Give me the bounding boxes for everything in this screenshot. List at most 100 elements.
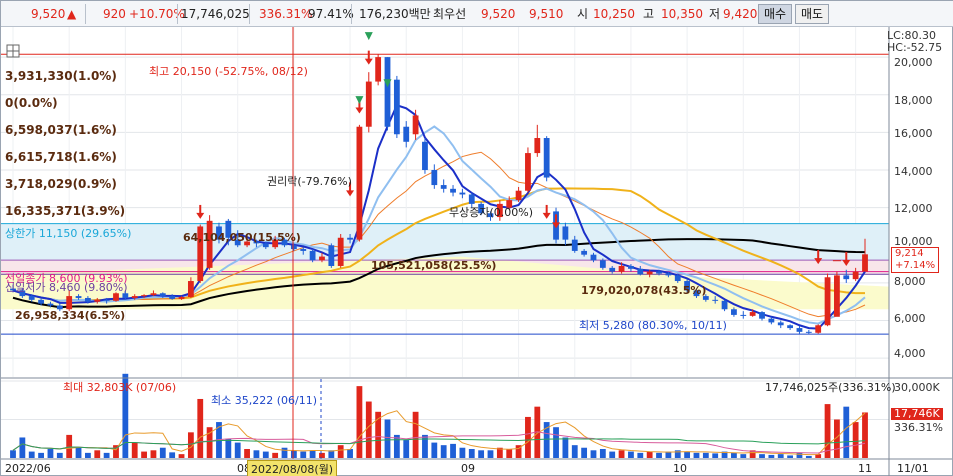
volume-bar — [356, 386, 363, 458]
volume-bar — [609, 451, 616, 458]
volume-bar — [94, 450, 101, 458]
candle-body — [656, 271, 662, 274]
price-chart[interactable] — [1, 27, 952, 476]
volume-bar — [553, 427, 559, 458]
volume-bar — [10, 450, 16, 458]
candle-body — [365, 81, 372, 127]
volume-bar — [159, 447, 166, 458]
volume-bar — [459, 447, 466, 458]
trade-amount: 176,230백만 — [359, 7, 431, 21]
price-tick-4000: 4,000 — [894, 347, 926, 360]
candle-body — [749, 312, 756, 316]
volume-bar — [197, 398, 204, 458]
volume-bar — [431, 442, 438, 458]
volume-bar — [47, 449, 54, 458]
volume-bar — [253, 450, 260, 458]
candle-body — [618, 265, 625, 272]
volume-bar — [141, 451, 147, 458]
volume-bar — [347, 449, 353, 458]
up-arrow-icon: ▲ — [67, 7, 77, 21]
candle-body — [94, 299, 101, 302]
volume-ratio: 336.31% — [259, 7, 313, 21]
candle-body — [206, 220, 213, 268]
min-volume-annotation: 최소 35,222 (06/11) — [211, 394, 318, 407]
sell-button[interactable]: 매도 — [795, 4, 829, 24]
volume-value: 17,746,025 — [181, 7, 250, 21]
candle-body — [459, 192, 466, 195]
candle-body — [843, 275, 850, 280]
candle-body — [178, 297, 185, 299]
open-price: 10,250 — [593, 7, 635, 21]
date-tick-jun: 2022/06 — [5, 462, 51, 475]
candle-body — [309, 250, 316, 261]
candle-body — [731, 309, 737, 315]
volume-bar — [272, 452, 279, 458]
vp-label-4: 6,615,718(1.6%) — [5, 150, 117, 164]
vp-label-1: 3,931,330(1.0%) — [5, 69, 117, 83]
volume-bar — [852, 422, 859, 458]
candle-body — [384, 57, 391, 127]
volume-bar — [768, 454, 775, 458]
buy-button[interactable]: 매수 — [758, 4, 792, 24]
date-tick-axis-end: 11/01 — [897, 462, 929, 475]
volume-bar — [702, 452, 709, 458]
vp-label-5: 3,718,029(0.9%) — [5, 177, 117, 191]
rights-annotation: 권리락(-79.76%) — [267, 175, 352, 188]
volume-bar — [281, 447, 288, 458]
volume-bar — [150, 450, 157, 458]
volume-bar — [759, 454, 765, 458]
candle-body — [777, 322, 784, 326]
volume-bar — [300, 451, 307, 458]
volume-bar — [581, 447, 588, 458]
candle-body — [646, 271, 653, 275]
volume-bar — [646, 451, 653, 458]
volume-bar — [412, 411, 419, 458]
candle-body — [759, 312, 765, 319]
volume-bar — [103, 452, 110, 458]
volume-bar — [562, 437, 569, 458]
candle-body — [609, 267, 616, 272]
volume-bar — [337, 445, 344, 458]
current-price-tag-pct: +7.14% — [895, 260, 936, 271]
volume-bar — [805, 455, 812, 458]
candle-body — [805, 331, 812, 333]
price-tick-20000: 20,000 — [894, 56, 933, 69]
volume-bar — [571, 445, 578, 458]
bonus-issue-annotation: 무상증자(0.00%) — [449, 206, 534, 219]
candle-body — [47, 303, 54, 306]
candle-body — [674, 275, 681, 282]
hc-label: HC:-52.75 — [887, 41, 943, 54]
date-tick-nov: 11 — [858, 462, 872, 475]
volume-bar — [234, 442, 241, 458]
candle-body — [515, 190, 522, 201]
candle-body — [665, 273, 672, 276]
current-volume-tag: 17,746K — [891, 408, 943, 420]
new-low-annotation: 신일저가 8,460 (9.80%) — [5, 281, 128, 294]
volume-bar — [628, 451, 634, 458]
candle-body — [38, 299, 44, 304]
candle-body — [431, 170, 438, 186]
date-cursor-label: 2022/08/08(월) — [247, 460, 338, 476]
vp-annotation-2: 105,521,058(25.5%) — [371, 259, 497, 272]
price-tick-14000: 14,000 — [894, 165, 933, 178]
candle-body — [356, 126, 363, 240]
volume-bar — [75, 447, 82, 458]
volume-bar — [450, 443, 456, 458]
volume-bar — [843, 406, 850, 458]
volume-bar — [225, 438, 232, 458]
low-label: 저 — [709, 7, 721, 21]
candle-body — [768, 318, 775, 323]
candle-body — [103, 299, 110, 301]
volume-bar — [525, 416, 531, 458]
best-quote-label: 최우선 — [433, 7, 467, 21]
date-tick-oct: 10 — [673, 462, 687, 475]
candle-body — [66, 296, 73, 310]
volume-bar — [169, 452, 176, 458]
volume-bar — [309, 450, 316, 458]
candle-body — [562, 226, 569, 240]
volume-bar — [319, 452, 325, 458]
volume-bar — [731, 452, 737, 458]
candle-body — [525, 153, 531, 191]
volume-bar — [440, 445, 447, 458]
current-price-tag: 9,214 +7.14% — [891, 247, 940, 273]
